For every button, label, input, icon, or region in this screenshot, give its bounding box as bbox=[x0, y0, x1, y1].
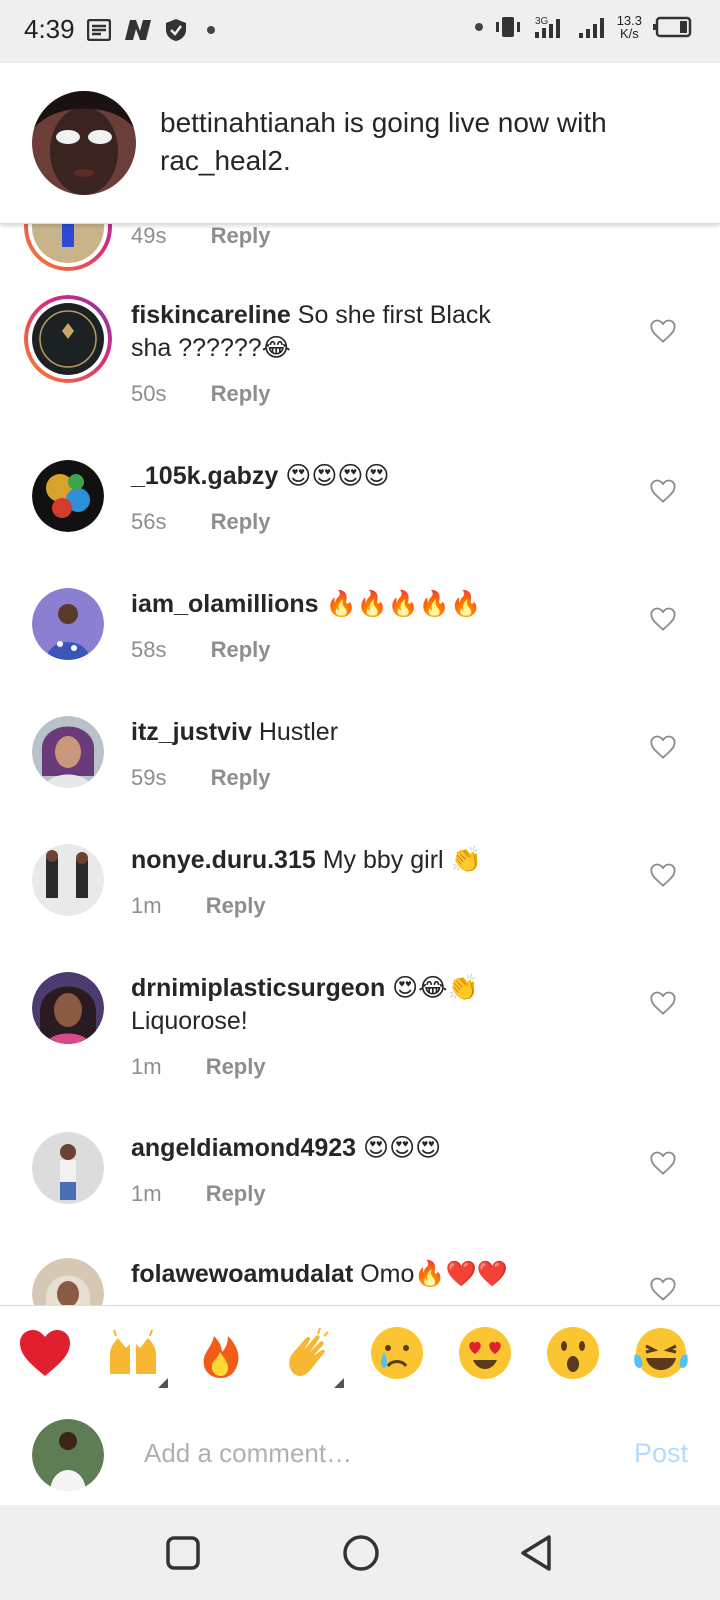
heart-icon[interactable] bbox=[649, 1149, 677, 1177]
reply-button[interactable]: Reply bbox=[211, 637, 271, 662]
shield-icon bbox=[165, 18, 186, 41]
avatar[interactable] bbox=[32, 588, 104, 660]
clapping-hands-icon[interactable] bbox=[280, 1324, 338, 1382]
status-bar: 4:39 3G 13.3 K/s bbox=[0, 0, 720, 63]
comment-username[interactable]: angeldiamond4923 bbox=[131, 1134, 356, 1162]
signal-icon: 3G bbox=[534, 16, 560, 38]
crying-face-icon[interactable] bbox=[368, 1324, 426, 1382]
heart-icon[interactable] bbox=[649, 861, 677, 889]
battery-icon bbox=[653, 16, 692, 38]
avatar[interactable] bbox=[32, 844, 104, 916]
comment-time: 58s bbox=[131, 637, 167, 662]
comment-time: 49s bbox=[131, 223, 167, 248]
tears-of-joy-icon[interactable] bbox=[632, 1324, 690, 1382]
comment-text: 🔥🔥🔥🔥🔥 bbox=[325, 590, 482, 618]
heart-icon[interactable] bbox=[649, 477, 677, 505]
heart-eyes-icon[interactable] bbox=[456, 1324, 514, 1382]
reply-button[interactable]: Reply bbox=[211, 765, 271, 790]
circle-home-icon[interactable] bbox=[341, 1533, 381, 1573]
comment-username[interactable]: _105k.gabzy bbox=[131, 462, 278, 490]
skin-tone-indicator bbox=[158, 1378, 168, 1388]
network-speed: 13.3 K/s bbox=[616, 13, 642, 41]
heart-icon[interactable] bbox=[649, 605, 677, 633]
avatar bbox=[32, 91, 136, 195]
triangle-back-icon[interactable] bbox=[517, 1533, 557, 1573]
comments-list[interactable]: 49s Reply fiskincareline So she first Bl… bbox=[0, 223, 720, 1305]
avatar[interactable] bbox=[32, 972, 104, 1044]
reply-button[interactable]: Reply bbox=[211, 509, 271, 534]
comment-username[interactable]: folawewoamudalat bbox=[131, 1260, 353, 1288]
live-notification-banner[interactable]: bettinahtianah is going live now with ra… bbox=[0, 63, 720, 224]
status-time: 4:39 bbox=[24, 14, 75, 44]
red-heart-icon[interactable] bbox=[16, 1324, 74, 1382]
comment-time: 1m bbox=[131, 1181, 162, 1206]
comment-input[interactable] bbox=[142, 1432, 586, 1474]
avatar[interactable] bbox=[32, 1132, 104, 1204]
comment-username[interactable]: drnimiplasticsurgeon bbox=[131, 974, 385, 1002]
surprised-face-icon[interactable] bbox=[544, 1324, 602, 1382]
avatar[interactable] bbox=[24, 295, 112, 383]
comment-time: 56s bbox=[131, 509, 167, 534]
reply-button[interactable]: Reply bbox=[206, 1181, 266, 1206]
comment-username[interactable]: nonye.duru.315 bbox=[131, 846, 316, 874]
reply-button[interactable]: Reply bbox=[206, 1054, 266, 1079]
avatar[interactable] bbox=[32, 716, 104, 788]
vibrate-icon bbox=[495, 17, 520, 37]
raising-hands-icon[interactable] bbox=[104, 1324, 162, 1382]
comment-time: 1m bbox=[131, 893, 162, 918]
comment-time: 50s bbox=[131, 381, 167, 406]
comment-text: 😍😍😍😍 bbox=[285, 462, 390, 490]
notes-icon bbox=[86, 18, 111, 41]
avatar[interactable] bbox=[24, 223, 112, 271]
heart-icon[interactable] bbox=[649, 1275, 677, 1303]
banner-text: bettinahtianah is going live now with ra… bbox=[160, 107, 607, 176]
reply-button[interactable]: Reply bbox=[211, 381, 271, 406]
avatar[interactable] bbox=[32, 1258, 104, 1305]
comment-text: 😍😍😍 bbox=[363, 1134, 442, 1162]
system-nav-bar bbox=[0, 1505, 720, 1600]
emoji-reaction-bar bbox=[0, 1305, 720, 1403]
comment-composer: Post bbox=[0, 1402, 720, 1504]
fire-icon[interactable] bbox=[192, 1324, 250, 1382]
dot-icon bbox=[474, 23, 483, 31]
square-recents-icon[interactable] bbox=[163, 1533, 203, 1573]
n-app-icon bbox=[124, 19, 151, 40]
heart-icon[interactable] bbox=[649, 989, 677, 1017]
reply-button[interactable]: Reply bbox=[206, 893, 266, 918]
comment-username[interactable]: fiskincareline bbox=[131, 301, 291, 329]
comment-text: Hustler bbox=[258, 718, 339, 746]
heart-icon[interactable] bbox=[649, 317, 677, 345]
dot-icon bbox=[206, 25, 215, 34]
skin-tone-indicator bbox=[334, 1378, 344, 1388]
comment-text: Omo🔥❤️❤️ bbox=[360, 1260, 508, 1288]
comment-username[interactable]: iam_olamillions bbox=[131, 590, 319, 618]
avatar bbox=[32, 1419, 104, 1491]
heart-icon[interactable] bbox=[649, 733, 677, 761]
signal-icon bbox=[578, 18, 604, 38]
reply-button[interactable]: Reply bbox=[211, 223, 271, 248]
post-button[interactable]: Post bbox=[634, 1438, 688, 1469]
comment-username[interactable]: itz_justviv bbox=[131, 718, 252, 746]
avatar[interactable] bbox=[32, 460, 104, 532]
svg-text:3G: 3G bbox=[535, 16, 549, 27]
comment-text: My bby girl 👏 bbox=[322, 846, 482, 874]
comment-time: 1m bbox=[131, 1054, 162, 1079]
comment-time: 59s bbox=[131, 765, 167, 790]
